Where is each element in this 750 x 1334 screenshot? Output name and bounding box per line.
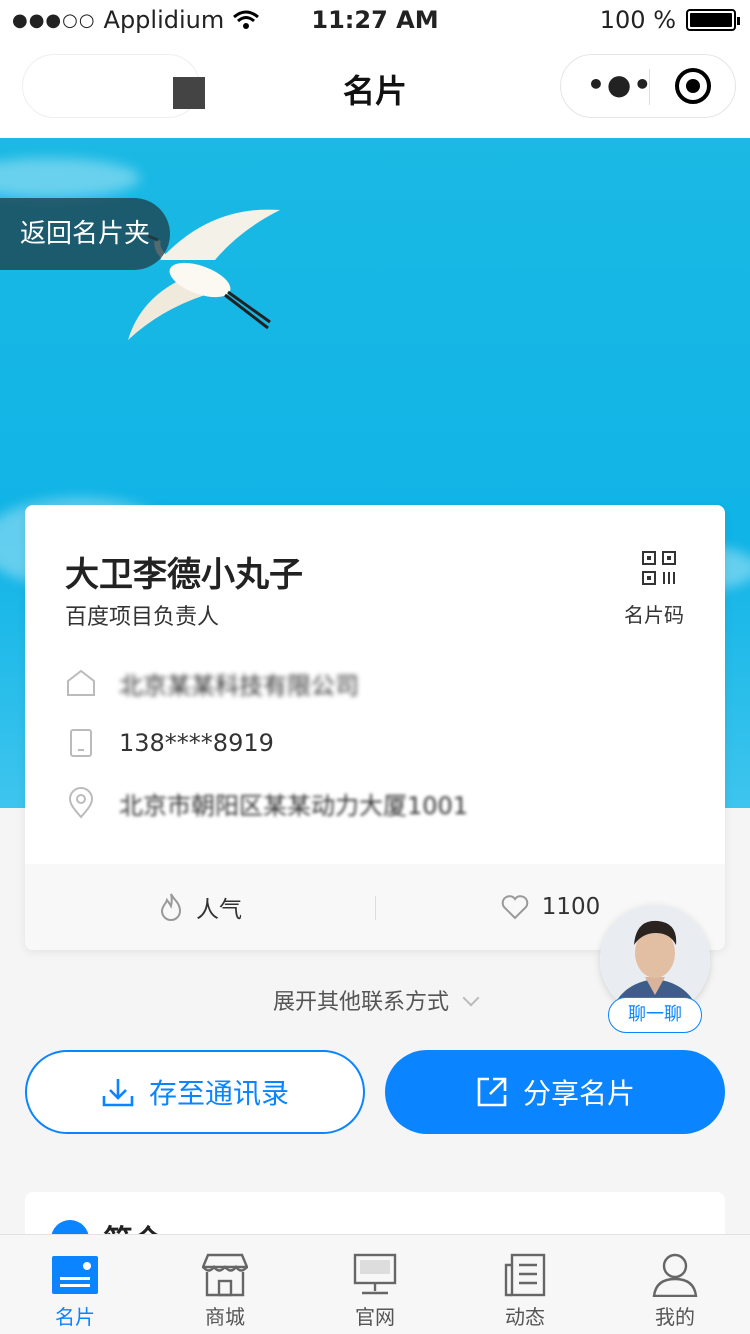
back-to-card-folder-button[interactable]: 返回名片夹 [0,198,170,270]
tab-label: 官网 [355,1305,395,1329]
news-icon [504,1253,546,1297]
phone-number: 138****8919 [119,729,274,757]
contact-role: 百度项目负责人 [65,605,220,630]
battery-info: 100 % [599,6,740,34]
flame-icon [160,893,182,921]
tab-label: 动态 [505,1305,545,1329]
save-label: 存至通讯录 [148,1077,289,1110]
close-icon[interactable] [675,68,711,104]
tab-website[interactable]: 官网 [300,1235,450,1334]
expand-label: 展开其他联系方式 [272,990,449,1015]
qr-code-button[interactable]: 名片码 [624,551,691,628]
company-name: 北京某某科技有限公司 [119,671,359,700]
share-card-button[interactable]: 分享名片 [385,1050,725,1134]
chevron-down-icon [462,989,480,1007]
status-bar: ●●●○○ Applidium 11:27 AM 100 % [0,0,750,40]
tab-profile[interactable]: 我的 [600,1235,750,1334]
tab-label: 名片 [55,1305,95,1329]
tab-card[interactable]: 名片 [0,1235,150,1334]
tab-label: 商城 [205,1305,245,1329]
address-text: 北京市朝阳区某某动力大厦1001 [119,791,469,820]
business-card: 大卫李德小丸子 百度项目负责人 名片码 北京某某科技有限公司 138****89… [25,505,725,950]
popularity-stat: 人气 [25,864,375,950]
battery-percent: 100 % [599,6,676,34]
company-row: 北京某某科技有限公司 [65,663,359,703]
card-icon [52,1256,98,1294]
phone-icon [65,727,97,759]
tab-label: 我的 [655,1305,695,1329]
navigation-bar: 名片 •●• [0,40,750,138]
shop-icon [202,1253,248,1297]
popularity-label: 人气 [196,897,242,923]
more-icon[interactable]: •●• [587,71,653,99]
share-icon [477,1077,507,1107]
address-row[interactable]: 北京市朝阳区某某动力大厦1001 [65,783,468,823]
company-icon [65,667,97,699]
download-icon [102,1079,134,1107]
user-icon [652,1253,698,1297]
like-count: 1100 [541,894,601,920]
capsule-divider [649,69,650,105]
contact-name: 大卫李德小丸子 [65,555,303,595]
location-icon [65,787,97,819]
monitor-icon [353,1253,397,1295]
mini-program-capsule: •●• [560,54,736,118]
tab-bar: 名片 商城 官网 动态 我的 [0,1234,750,1334]
battery-icon [686,9,740,31]
save-to-contacts-button[interactable]: 存至通讯录 [25,1050,365,1134]
share-label: 分享名片 [522,1077,635,1110]
phone-row[interactable]: 138****8919 [65,723,274,763]
qr-code-icon [642,551,676,585]
heart-icon [501,895,529,920]
tab-news[interactable]: 动态 [450,1235,600,1334]
tab-shop[interactable]: 商城 [150,1235,300,1334]
qr-code-label: 名片码 [624,603,684,627]
expand-contacts-button[interactable]: 展开其他联系方式 [0,984,750,1016]
